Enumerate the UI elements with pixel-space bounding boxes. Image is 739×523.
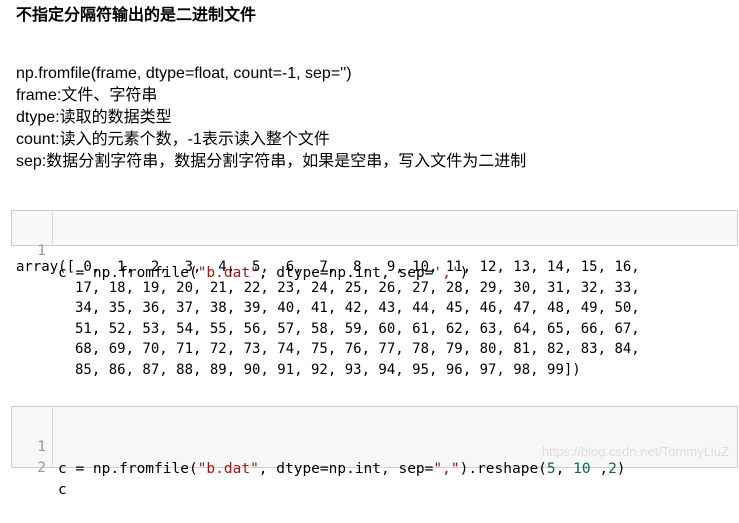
code-cell-1[interactable]: 1 c = np.fromfile("b.dat", dtype=np.int,… — [11, 210, 738, 281]
code-token: , — [555, 461, 574, 477]
number-token: 10 — [573, 461, 591, 477]
code-token: , — [590, 461, 609, 477]
section-heading: 不指定分隔符输出的是二进制文件 — [16, 7, 257, 24]
param-count: count:读入的元素个数，-1表示读入整个文件 — [16, 131, 330, 148]
string-token: "," — [433, 461, 460, 477]
number-token: 5 — [546, 461, 556, 477]
code-token: ) — [616, 461, 626, 477]
output-line: 51, 52, 53, 54, 55, 56, 57, 58, 59, 60, … — [16, 320, 640, 337]
output-line: 17, 18, 19, 20, 21, 22, 23, 24, 25, 26, … — [16, 279, 640, 296]
param-sep: sep:数据分割字符串，数据分割字符串，如果是空串，写入文件为二进制 — [16, 153, 527, 170]
code-line[interactable]: 1 c = np.fromfile("b.dat", dtype=np.int,… — [12, 218, 737, 281]
param-dtype: dtype:读取的数据类型 — [16, 109, 172, 126]
number-token: 2 — [608, 461, 617, 477]
line-number: 2 — [37, 460, 46, 476]
code-line[interactable]: 1 c = np.fromfile("b.dat", dtype=np.int,… — [12, 414, 737, 477]
code-token: c = np.fromfile( — [58, 461, 198, 477]
description-block: np.fromfile(frame, dtype=float, count=-1… — [16, 63, 526, 173]
code-token: ).reshape( — [459, 461, 547, 477]
code-text[interactable]: c — [58, 479, 67, 501]
code-token: , dtype=np.int, sep= — [258, 461, 434, 477]
cell-output: array([ 0, 1, 2, 3, 4, 5, 6, 7, 8, 9, 10… — [16, 257, 640, 380]
watermark: https://blog.csdn.net/TommyLiuZ — [541, 444, 729, 459]
fromfile-signature: np.fromfile(frame, dtype=float, count=-1… — [16, 65, 352, 82]
output-line: 68, 69, 70, 71, 72, 73, 74, 75, 76, 77, … — [16, 341, 640, 357]
string-token: "b.dat" — [197, 461, 259, 477]
code-text[interactable]: c = np.fromfile("b.dat", dtype=np.int, s… — [58, 458, 626, 480]
output-line: 85, 86, 87, 88, 89, 90, 91, 92, 93, 94, … — [16, 361, 581, 378]
param-frame: frame:文件、字符串 — [16, 87, 158, 104]
output-line: array([ 0, 1, 2, 3, 4, 5, 6, 7, 8, 9, 10… — [16, 259, 640, 275]
output-line: 34, 35, 36, 37, 38, 39, 40, 41, 42, 43, … — [16, 300, 640, 316]
